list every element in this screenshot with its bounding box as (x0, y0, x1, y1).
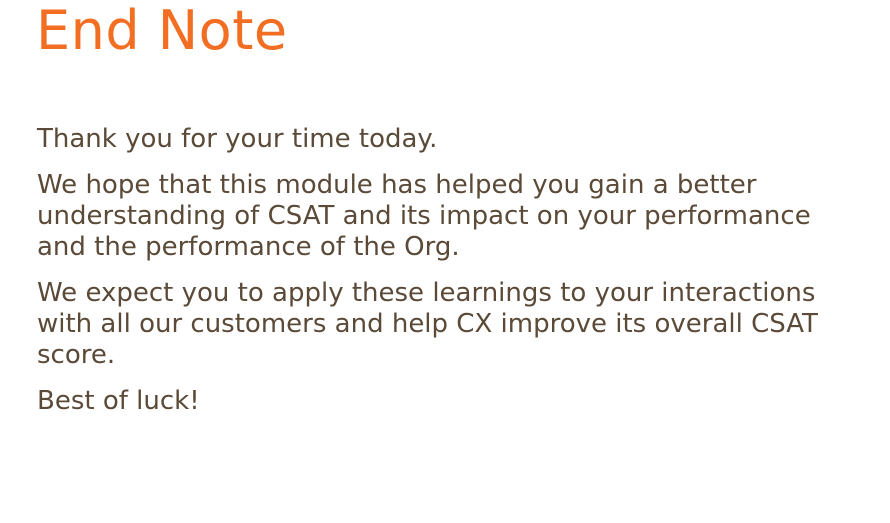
thank-you-paragraph: Thank you for your time today. (37, 124, 438, 154)
slide-title: End Note (36, 0, 288, 62)
slide-body: Thank you for your time today. We hope t… (37, 124, 867, 432)
expectation-paragraph: We expect you to apply these learnings t… (37, 278, 818, 370)
module-summary-paragraph: We hope that this module has helped you … (37, 170, 811, 262)
closing-paragraph: Best of luck! (37, 386, 200, 416)
end-note-slide: End Note Thank you for your time today. … (0, 0, 890, 523)
